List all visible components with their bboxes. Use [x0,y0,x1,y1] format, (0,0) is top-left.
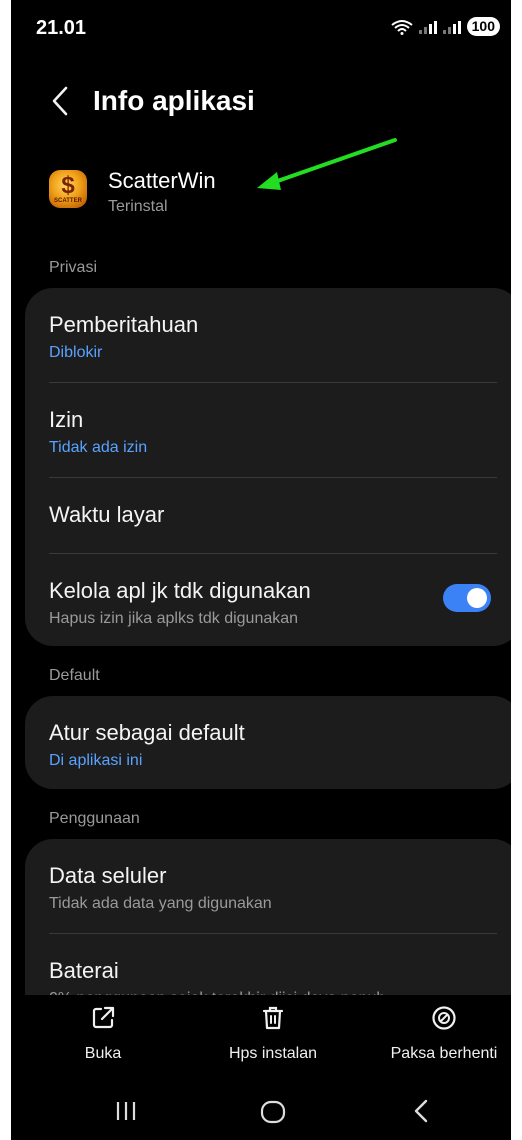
wifi-icon [391,19,413,35]
nav-back-icon[interactable] [411,1098,431,1124]
item-title: Data seluler [49,863,167,888]
trash-icon [262,1006,284,1030]
status-time: 21.01 [36,17,87,39]
home-icon[interactable] [260,1100,286,1124]
item-title: Atur sebagai default [49,720,245,745]
notifications-item[interactable]: Pemberitahuan Diblokir [25,288,511,382]
uninstall-label: Hps instalan [228,1045,318,1062]
item-title: Baterai [49,958,119,983]
page-title: Info aplikasi [93,85,255,116]
item-title: Waktu layar [49,502,165,527]
permissions-item[interactable]: Izin Tidak ada izin [25,383,511,477]
status-bar: 21.01 100 [11,0,511,56]
section-label-usage: Penggunaan [49,810,140,827]
signal-icon [418,20,437,34]
force-stop-button[interactable]: Paksa berhenti [379,1005,509,1063]
status-icons: 100 [391,17,500,36]
uninstall-button[interactable]: Hps instalan [208,1005,338,1063]
bottom-action-bar: Buka Hps instalan Paksa berhenti [11,995,511,1075]
set-default-item[interactable]: Atur sebagai default Di aplikasi ini [25,696,511,790]
battery-indicator: 100 [466,17,500,36]
section-label-default: Default [49,667,100,684]
item-title: Pemberitahuan [49,312,199,337]
stop-icon [432,1006,456,1030]
privacy-card: Pemberitahuan Diblokir Izin Tidak ada iz… [25,288,511,646]
manage-unused-toggle[interactable] [443,584,491,612]
item-value: Di aplikasi ini [49,752,143,769]
item-title: Izin [49,407,84,432]
app-icon: $ SCATTER [49,170,87,208]
screen-time-item[interactable]: Waktu layar [25,478,511,553]
app-name: ScatterWin [108,168,216,193]
page-header: Info aplikasi [11,78,511,128]
app-install-status: Terinstal [108,198,168,215]
toggle-knob [467,588,487,608]
recents-icon[interactable] [114,1100,138,1122]
open-icon [92,1006,115,1029]
signal-icon [442,20,461,34]
force-stop-label: Paksa berhenti [390,1045,498,1062]
default-card: Atur sebagai default Di aplikasi ini [25,696,511,789]
item-value: Tidak ada izin [49,439,148,456]
item-subtitle: Hapus izin jika aplks tdk digunakan [49,610,299,627]
navigation-bar [11,1080,511,1140]
mobile-data-item[interactable]: Data seluler Tidak ada data yang digunak… [25,839,511,933]
back-arrow-icon[interactable] [45,84,75,118]
open-label: Buka [84,1045,122,1062]
item-title: Kelola apl jk tdk digunakan [49,578,311,603]
open-button[interactable]: Buka [43,1005,163,1063]
item-subtitle: Tidak ada data yang digunakan [49,895,272,912]
item-value: Diblokir [49,344,103,361]
section-label-privacy: Privasi [49,259,98,276]
manage-unused-item[interactable]: Kelola apl jk tdk digunakan Hapus izin j… [25,554,511,644]
annotation-arrow-icon [257,138,397,190]
phone-screen: 21.01 100 Info aplikasi $ SCATTER Scatte… [11,0,511,1140]
